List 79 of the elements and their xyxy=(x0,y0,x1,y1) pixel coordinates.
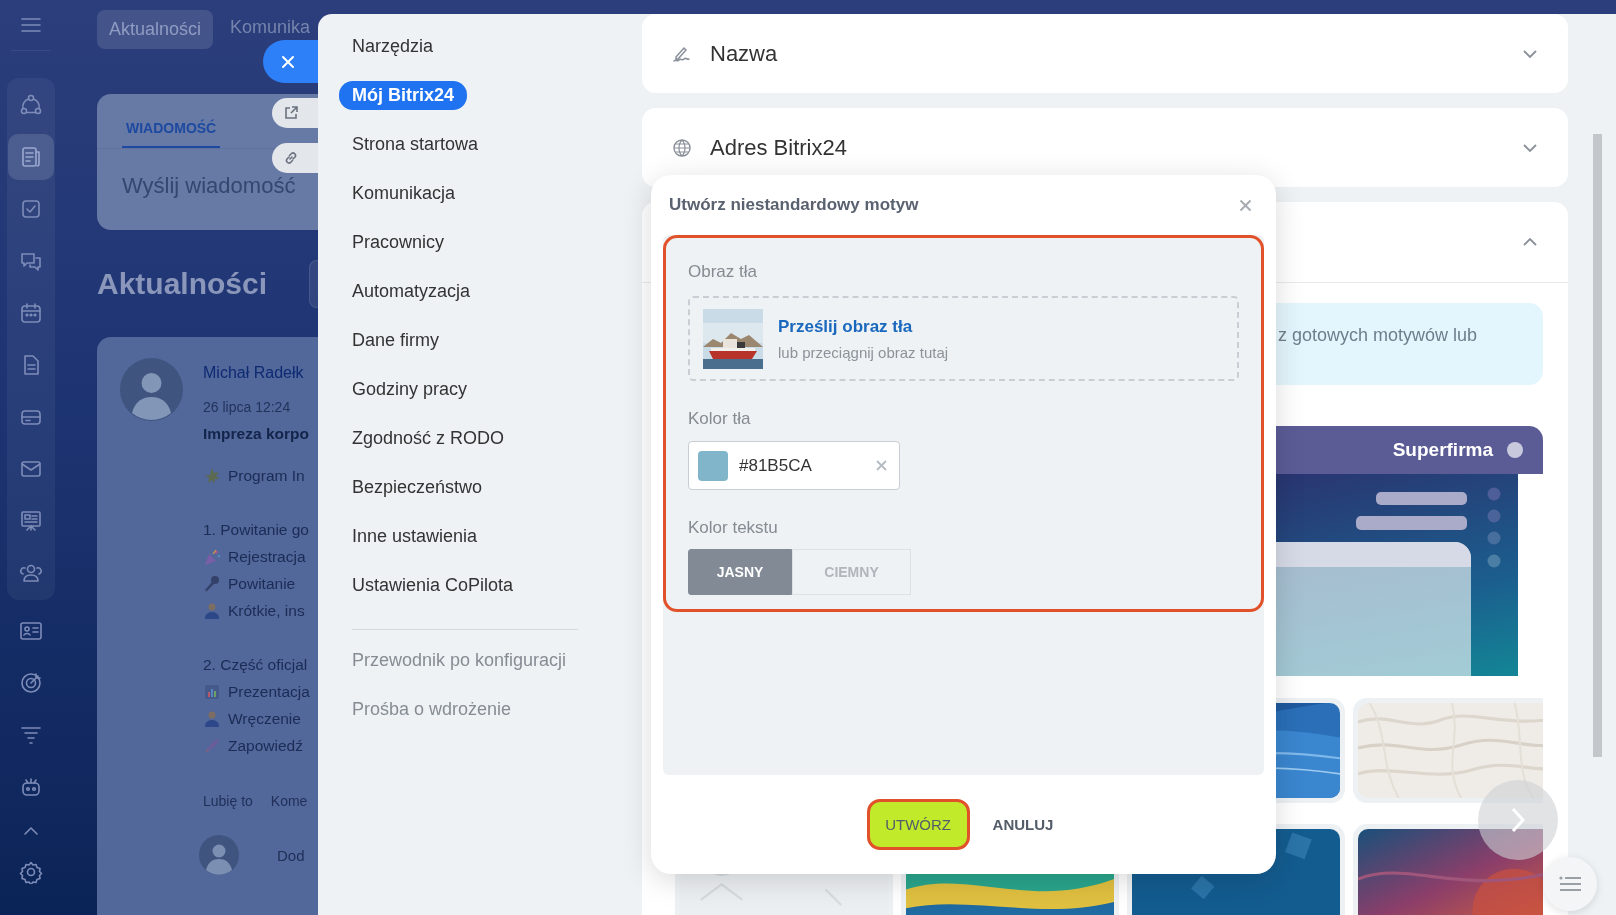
menu-item[interactable]: Komunikacja xyxy=(339,179,469,208)
menu-item[interactable]: Pracownicy xyxy=(339,228,458,257)
menu-link[interactable]: Przewodnik po konfiguracji xyxy=(339,646,580,675)
post-text: Zapowiedź xyxy=(228,736,303,755)
upload-link[interactable]: Prześlij obraz tła xyxy=(778,316,949,337)
microphone-icon xyxy=(203,574,221,593)
cancel-button[interactable]: ANULUJ xyxy=(985,813,1061,836)
person-icon xyxy=(203,709,221,728)
rocket-icon xyxy=(203,736,221,755)
top-tab[interactable]: Aktualności xyxy=(97,10,214,49)
party-popper-icon xyxy=(203,547,221,566)
menu-item[interactable]: Ustawienia CoPilota xyxy=(339,571,527,600)
caret-up-icon[interactable] xyxy=(23,826,39,836)
presentation-icon xyxy=(19,509,43,533)
checkbox-icon xyxy=(19,197,43,221)
upload-hint: lub przeciągnij obraz tutaj xyxy=(778,343,949,361)
section-title[interactable]: Adres Bitrix24 xyxy=(710,134,1504,161)
post-text: Program In xyxy=(228,466,305,485)
bar-chart-icon xyxy=(203,682,221,701)
menu-item[interactable]: Strona startowa xyxy=(339,130,492,159)
post-title: Impreza korpo xyxy=(203,425,310,443)
menu-item[interactable]: Godziny pracy xyxy=(339,375,481,404)
copy-link-button[interactable] xyxy=(272,143,318,173)
list-button[interactable] xyxy=(1543,857,1597,911)
close-icon xyxy=(280,54,295,69)
menu-item[interactable]: Automatyzacja xyxy=(339,277,484,306)
preview-title: Superfirma xyxy=(1392,439,1493,461)
info-text: z gotowych motywów lub xyxy=(1278,325,1478,345)
section-title[interactable]: Nazwa xyxy=(710,40,1504,67)
menu-item[interactable]: Dane firmy xyxy=(339,326,453,355)
menu-item[interactable]: Narzędzia xyxy=(339,32,447,61)
chevron-down-icon[interactable] xyxy=(1522,142,1538,153)
segment-option[interactable]: JASNY xyxy=(688,549,792,595)
target-icon xyxy=(19,671,43,695)
upload-dropzone[interactable]: Prześlij obraz tła lub przeciągnij obraz tutaj xyxy=(688,296,1239,381)
menu-item[interactable]: Inne ustawienia xyxy=(339,522,491,551)
robot-icon xyxy=(19,775,43,799)
post-date: 26 lipca 12:24 xyxy=(203,399,292,415)
close-icon[interactable] xyxy=(1239,198,1252,212)
post-text: Wręczenie xyxy=(228,709,301,728)
rail-button[interactable] xyxy=(8,134,54,180)
color-value: #81B5CA xyxy=(739,455,813,476)
person-icon xyxy=(203,601,221,620)
external-link-icon xyxy=(283,105,299,121)
close-button[interactable] xyxy=(263,40,318,83)
menu-item[interactable]: Zgodność z RODO xyxy=(339,424,518,453)
calendar-icon xyxy=(19,301,43,325)
field-label: Kolor tła xyxy=(688,409,752,429)
scrollbar[interactable] xyxy=(1592,134,1602,757)
open-in-new-window-button[interactable] xyxy=(272,98,318,128)
newspaper-icon xyxy=(19,145,43,169)
field-label: Obraz tła xyxy=(688,262,758,282)
color-field[interactable]: #81B5CA xyxy=(688,441,900,490)
clear-icon[interactable] xyxy=(876,460,887,471)
page-heading: Aktualności xyxy=(97,267,268,301)
menu-item[interactable]: Bezpieczeństwo xyxy=(339,473,496,502)
menu-link[interactable]: Prośba o wdrożenie xyxy=(339,695,525,724)
list-icon xyxy=(1559,876,1581,892)
chevron-up-icon[interactable] xyxy=(1522,237,1538,247)
id-card-icon xyxy=(19,619,43,643)
post-text: 2. Część oficjal xyxy=(203,655,308,674)
sparkle-icon xyxy=(203,466,221,485)
menu-item[interactable]: Mój Bitrix24 xyxy=(339,81,468,110)
top-tab[interactable]: Komunika xyxy=(230,19,311,36)
create-button[interactable]: UTWÓRZ xyxy=(866,799,970,850)
post-text: Krótkie, ins xyxy=(228,601,305,620)
settings-icon[interactable] xyxy=(19,860,43,884)
nodes-icon xyxy=(19,93,43,117)
chevron-right-icon xyxy=(1510,806,1526,834)
globe-icon xyxy=(672,137,692,158)
dialog-title: Utwórz niestandardowy motyw xyxy=(669,195,919,215)
post-text: 1. Powitanie go xyxy=(203,520,309,539)
post-text: Rejestracja xyxy=(228,547,306,566)
link-icon xyxy=(283,150,299,166)
post-text: Powitanie xyxy=(228,574,296,593)
field-label: Kolor tekstu xyxy=(688,518,779,538)
color-swatch[interactable] xyxy=(698,450,728,481)
chevron-down-icon[interactable] xyxy=(1522,48,1538,59)
post-text: Prezentacja xyxy=(228,682,310,701)
